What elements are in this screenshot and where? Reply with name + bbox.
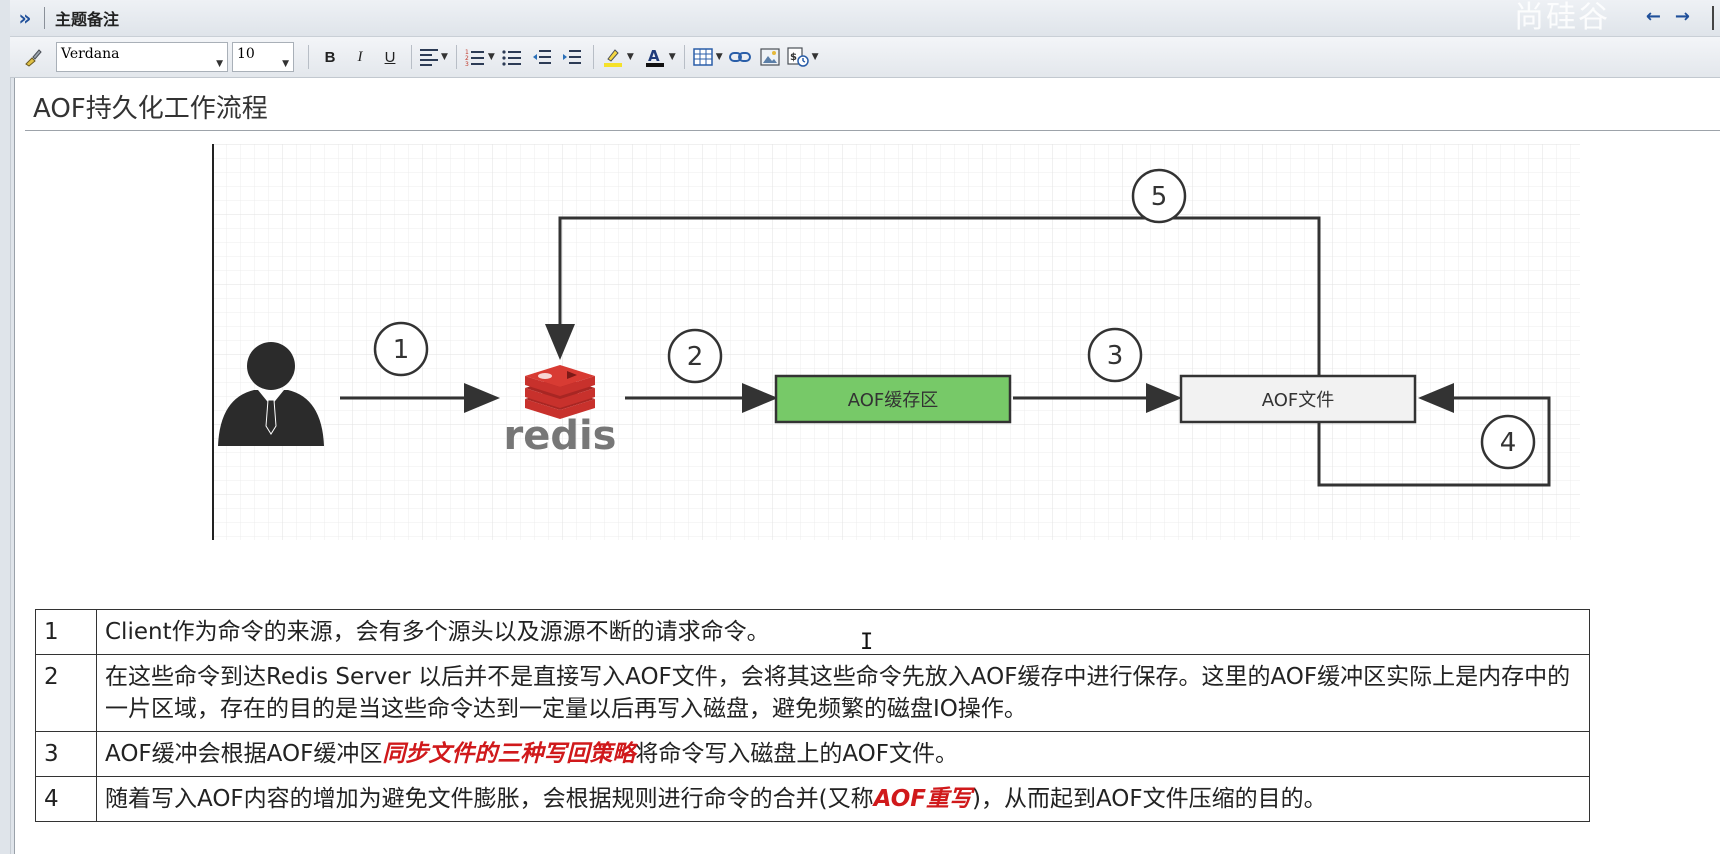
format-toolbar: Verdana ▼ 10 ▼ B I U ▼ 123 ▼ ▼ A ▼ ▼ $ ▼ <box>10 37 1720 78</box>
title-separator <box>44 7 45 29</box>
insert-field-button[interactable]: $ ▼ <box>787 43 819 71</box>
outdent-button[interactable] <box>529 43 555 71</box>
link-icon <box>728 52 751 62</box>
step-1-label: 1 <box>393 335 410 365</box>
svg-text:A: A <box>648 47 660 65</box>
step-description[interactable]: 随着写入AOF内容的增加为避免文件膨胀，会根据规则进行命令的合并(又称AOF重写… <box>96 776 1590 822</box>
notes-window: » 主题备注 尚硅谷 ← → Verdana ▼ 10 ▼ B I U ▼ 1 … <box>0 0 1720 854</box>
indent-button[interactable] <box>559 43 585 71</box>
step-3-label: 3 <box>1107 341 1124 371</box>
toolbar-separator <box>411 45 412 69</box>
step-description[interactable]: AOF缓冲会根据AOF缓冲区同步文件的三种写回策略将命令写入磁盘上的AOF文件。 <box>96 731 1590 777</box>
step-description[interactable]: Client作为命令的来源，会有多个源头以及源源不断的请求命令。 <box>96 609 1590 655</box>
clear-format-brush-icon[interactable] <box>20 43 46 71</box>
insert-table-button[interactable]: ▼ <box>692 43 723 71</box>
toolbar-separator <box>683 45 685 69</box>
step-text-post: )，从而起到AOF文件压缩的目的。 <box>972 786 1327 812</box>
step-highlight: AOF重写 <box>873 786 972 812</box>
chevron-down-icon: ▼ <box>441 52 448 62</box>
step-text-pre: AOF缓冲会根据AOF缓冲区 <box>105 741 383 767</box>
step-text-pre: 随着写入AOF内容的增加为避免文件膨胀，会根据规则进行命令的合并(又称 <box>105 786 874 812</box>
chevron-down-icon: ▼ <box>216 59 223 69</box>
step-text-post: 将命令写入磁盘上的AOF文件。 <box>635 741 958 767</box>
svg-text:3: 3 <box>465 61 469 66</box>
table-row: 4 随着写入AOF内容的增加为避免文件膨胀，会根据规则进行命令的合并(又称AOF… <box>35 776 1590 822</box>
svg-text:$: $ <box>790 52 797 63</box>
table-row: 3 AOF缓冲会根据AOF缓冲区同步文件的三种写回策略将命令写入磁盘上的AOF文… <box>35 731 1590 777</box>
table-row: 1 Client作为命令的来源，会有多个源头以及源源不断的请求命令。 <box>35 609 1590 655</box>
steps-table: 1 Client作为命令的来源，会有多个源头以及源源不断的请求命令。 2 在这些… <box>35 609 1590 822</box>
outdent-icon <box>532 50 551 64</box>
font-color-icon: A <box>645 47 664 67</box>
bold-button[interactable]: B <box>317 43 343 71</box>
align-left-icon <box>420 48 438 66</box>
italic-button[interactable]: I <box>347 43 373 71</box>
step-number: 4 <box>35 776 97 822</box>
font-family-select[interactable]: Verdana ▼ <box>56 42 228 72</box>
watermark-logo: 尚硅谷 <box>1514 0 1610 35</box>
step-number: 2 <box>35 654 97 732</box>
left-strip <box>0 0 11 854</box>
toolbar-separator <box>308 45 309 69</box>
forward-arrow-icon[interactable]: → <box>1675 6 1690 27</box>
panel-titlebar: » 主题备注 尚硅谷 ← → <box>10 0 1720 37</box>
indent-icon <box>562 50 581 64</box>
redis-wordmark: redis <box>503 413 616 459</box>
step-highlight: 同步文件的三种写回策略 <box>382 741 636 767</box>
font-family-value: Verdana <box>61 46 120 62</box>
highlight-color-button[interactable]: ▼ <box>602 43 634 71</box>
chevron-down-icon: ▼ <box>626 52 634 62</box>
diagram-left-border <box>212 144 214 540</box>
back-arrow-icon[interactable]: ← <box>1646 6 1661 27</box>
chevron-down-icon: ▼ <box>487 52 495 62</box>
title-divider <box>25 130 1720 131</box>
toolbar-separator <box>455 45 457 69</box>
table-row: 2 在这些命令到达Redis Server 以后并不是直接写入AOF文件，会将其… <box>35 654 1590 732</box>
image-icon <box>760 48 780 66</box>
align-button[interactable]: ▼ <box>420 43 448 71</box>
font-color-button[interactable]: A ▼ <box>644 43 676 71</box>
note-editor[interactable]: AOF持久化工作流程 1 redis 2 AOF缓存区 3 AOF文件 4 5 … <box>14 78 1720 854</box>
step-5-label: 5 <box>1151 182 1168 212</box>
bullet-list-button[interactable] <box>499 43 525 71</box>
chevron-down-icon: ▼ <box>715 52 723 62</box>
nav-arrows: ← → <box>1646 6 1690 27</box>
text-cursor-icon: I <box>860 630 874 655</box>
table-icon <box>692 48 713 66</box>
underline-button[interactable]: U <box>377 43 403 71</box>
toolbar-separator <box>592 45 594 69</box>
chevron-down-icon: ▼ <box>668 52 676 62</box>
chevron-down-icon: ▼ <box>811 52 819 62</box>
panel-title: 主题备注 <box>55 10 120 29</box>
highlighter-icon <box>603 49 622 67</box>
aof-flow-diagram: 1 redis 2 AOF缓存区 3 AOF文件 4 5 <box>212 144 1580 540</box>
step-4-label: 4 <box>1500 428 1517 458</box>
titlebar-divider <box>1712 6 1714 30</box>
numbered-list-button[interactable]: 123 ▼ <box>465 43 495 71</box>
bullet-list-icon <box>502 50 521 66</box>
expand-panel-icon[interactable]: » <box>10 6 40 30</box>
step-description[interactable]: 在这些命令到达Redis Server 以后并不是直接写入AOF文件，会将其这些… <box>96 654 1590 732</box>
font-size-select[interactable]: 10 ▼ <box>232 42 294 72</box>
aof-file-label: AOF文件 <box>1262 390 1335 411</box>
numbered-list-icon: 123 <box>465 49 484 66</box>
aof-buffer-label: AOF缓存区 <box>848 390 939 411</box>
step-2-label: 2 <box>687 342 704 372</box>
insert-field-icon: $ <box>787 47 809 67</box>
document-title: AOF持久化工作流程 <box>33 94 268 124</box>
font-size-value: 10 <box>237 46 255 62</box>
insert-image-button[interactable] <box>757 43 783 71</box>
chevron-down-icon: ▼ <box>282 59 289 69</box>
insert-link-button[interactable] <box>727 43 753 71</box>
step-number: 1 <box>35 609 97 655</box>
step-number: 3 <box>35 731 97 777</box>
